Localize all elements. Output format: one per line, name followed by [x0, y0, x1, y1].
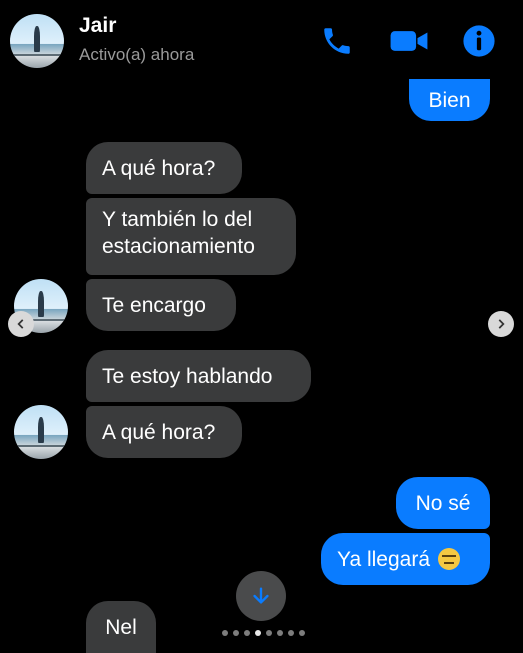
message-bubble-incoming[interactable]: A qué hora? — [86, 406, 242, 458]
message-text: Ya llegará — [337, 547, 431, 571]
carousel-indicator — [222, 630, 305, 636]
contact-status: Activo(a) ahora — [79, 45, 195, 64]
contact-name[interactable]: Jair — [79, 14, 116, 38]
scroll-to-bottom-button[interactable] — [236, 571, 286, 621]
carousel-dot[interactable] — [288, 630, 294, 636]
message-text: Te estoy hablando — [102, 364, 273, 388]
message-bubble-incoming[interactable]: Nel — [86, 601, 156, 653]
message-bubble-outgoing[interactable]: No sé — [396, 477, 490, 529]
carousel-prev-button[interactable] — [8, 311, 34, 337]
message-text: A qué hora? — [102, 156, 216, 180]
info-icon[interactable] — [462, 24, 496, 58]
carousel-dot[interactable] — [233, 630, 239, 636]
message-text: Nel — [105, 615, 137, 639]
contact-avatar-small — [14, 405, 68, 459]
message-bubble-incoming[interactable]: A qué hora? — [86, 142, 242, 194]
video-camera-icon[interactable] — [389, 24, 429, 58]
message-text: Bien — [428, 88, 471, 112]
message-bubble-incoming[interactable]: Te estoy hablando — [86, 350, 311, 402]
chat-header: Jair Activo(a) ahora — [0, 0, 523, 78]
contact-avatar[interactable] — [10, 14, 64, 68]
message-bubble-incoming[interactable]: Y también lo del estacionamiento — [86, 198, 296, 275]
carousel-dot[interactable] — [244, 630, 250, 636]
message-bubble-outgoing[interactable]: Bien — [409, 79, 490, 121]
message-text: Y también lo del estacionamiento — [102, 208, 255, 258]
message-bubble-incoming[interactable]: Te encargo — [86, 279, 236, 331]
chevron-left-icon — [17, 319, 24, 329]
phone-icon[interactable] — [320, 24, 354, 58]
carousel-dot[interactable] — [299, 630, 305, 636]
message-text: No sé — [415, 491, 471, 515]
message-text: A qué hora? — [102, 420, 216, 444]
message-text: Te encargo — [102, 293, 206, 317]
message-bubble-outgoing[interactable]: Ya llegará — [321, 533, 490, 585]
carousel-next-button[interactable] — [488, 311, 514, 337]
carousel-dot-active[interactable] — [255, 630, 261, 636]
chevron-right-icon — [498, 319, 505, 329]
carousel-dot[interactable] — [222, 630, 228, 636]
carousel-dot[interactable] — [277, 630, 283, 636]
carousel-dot[interactable] — [266, 630, 272, 636]
arrow-down-icon — [253, 587, 269, 604]
rolling-eyes-emoji-icon — [438, 548, 461, 570]
